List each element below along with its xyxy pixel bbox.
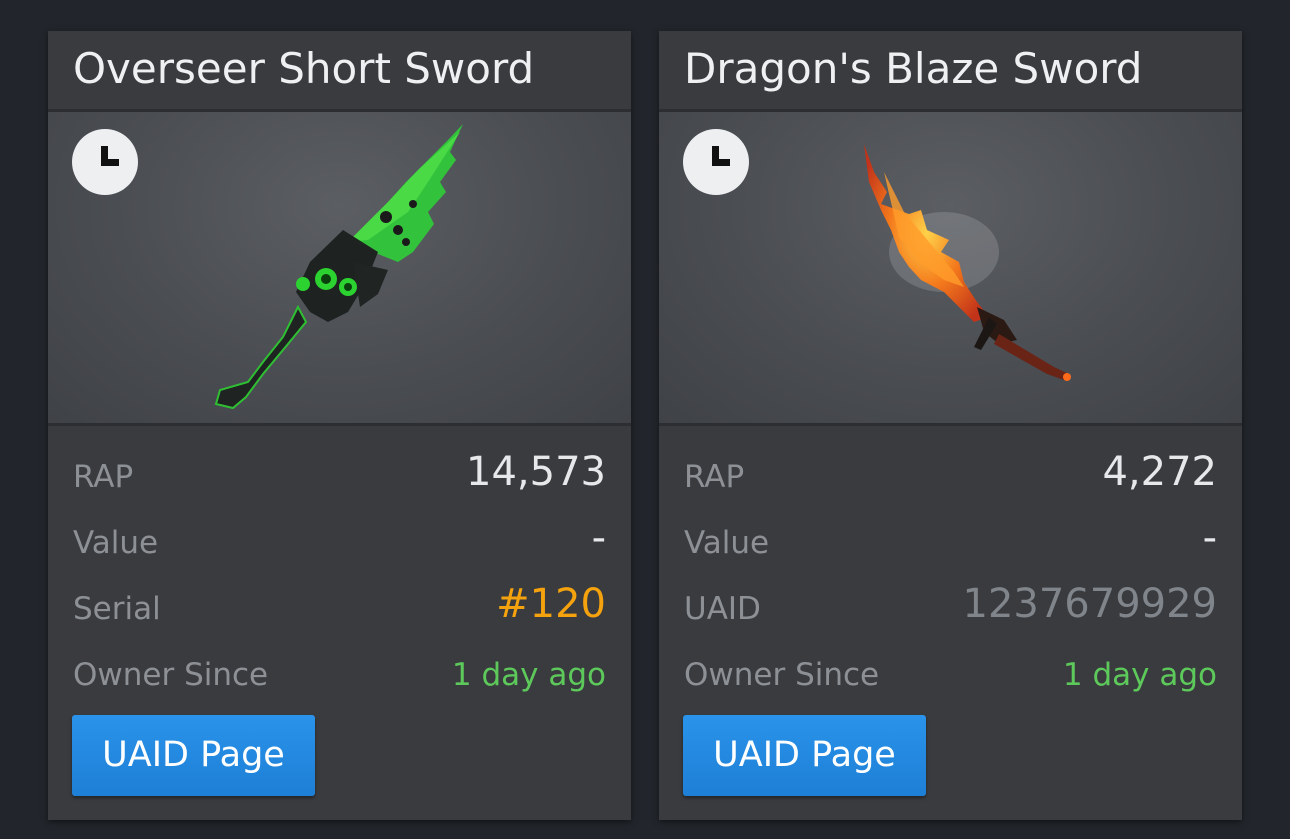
- stat-value-owner-since: 1 day ago: [451, 657, 606, 693]
- stat-value-serial: #120: [496, 581, 606, 627]
- item-title[interactable]: Overseer Short Sword: [73, 44, 534, 94]
- stat-row-value: Value -: [684, 509, 1217, 575]
- stat-row-owner-since: Owner Since 1 day ago: [684, 641, 1217, 707]
- stat-row-serial: Serial #120: [73, 575, 606, 641]
- stat-row-rap: RAP 14,573: [73, 443, 606, 509]
- stat-value-value: -: [1202, 515, 1217, 561]
- item-title[interactable]: Dragon's Blaze Sword: [684, 44, 1142, 94]
- stat-row-owner-since: Owner Since 1 day ago: [73, 641, 606, 707]
- stat-label: RAP: [684, 459, 745, 495]
- uaid-page-button[interactable]: UAID Page: [683, 715, 926, 796]
- item-thumbnail[interactable]: [659, 112, 1242, 426]
- item-card: Dragon's Blaze Sword RAP 4,272 Value - U…: [659, 31, 1242, 820]
- stat-label: Value: [73, 525, 159, 561]
- stat-label: Owner Since: [73, 657, 269, 693]
- clock-icon: [683, 129, 749, 195]
- stat-label: Owner Since: [684, 657, 880, 693]
- item-thumbnail[interactable]: [48, 112, 631, 426]
- uaid-page-button[interactable]: UAID Page: [72, 715, 315, 796]
- stat-value-value: -: [591, 515, 606, 561]
- stat-value-owner-since: 1 day ago: [1062, 657, 1217, 693]
- stat-value-rap: 4,272: [1102, 449, 1217, 495]
- stat-label: Value: [684, 525, 770, 561]
- stat-value-uaid: 1237679929: [962, 581, 1218, 627]
- stat-row-rap: RAP 4,272: [684, 443, 1217, 509]
- stat-label: UAID: [684, 591, 761, 627]
- card-header: Overseer Short Sword: [48, 31, 631, 112]
- card-header: Dragon's Blaze Sword: [659, 31, 1242, 112]
- item-stats: RAP 4,272 Value - UAID 1237679929 Owner …: [684, 443, 1217, 707]
- stat-value-rap: 14,573: [466, 449, 606, 495]
- item-stats: RAP 14,573 Value - Serial #120 Owner Sin…: [73, 443, 606, 707]
- stat-label: RAP: [73, 459, 134, 495]
- item-card: Overseer Short Sword RAP 14,573 Value - …: [48, 31, 631, 820]
- clock-icon: [72, 129, 138, 195]
- stat-label: Serial: [73, 591, 161, 627]
- stat-row-value: Value -: [73, 509, 606, 575]
- stat-row-uaid: UAID 1237679929: [684, 575, 1217, 641]
